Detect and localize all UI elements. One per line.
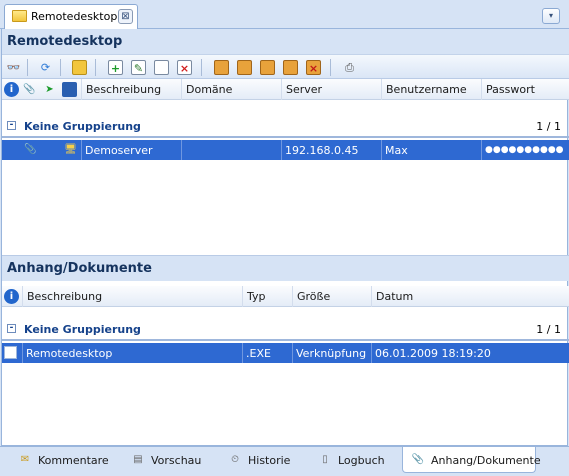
comment-icon: ✉ [20,454,30,465]
cursor-icon: ➤ [45,84,54,95]
page-title: Remotedesktop [2,29,569,54]
cell-typ: .EXE [242,343,292,363]
toolbar-separator [27,59,28,76]
tab-historie[interactable]: ⏲ Historie [228,447,308,473]
collapse-icon[interactable]: - [7,121,16,130]
tab-label: Vorschau [151,454,202,467]
clipboard-export-icon[interactable] [283,60,298,75]
paperclip-icon: 📎 [24,144,37,155]
attachments-title: Anhang/Dokumente [2,256,569,281]
tab-label: Historie [248,454,291,467]
tab-list-dropdown-button[interactable]: ▾ [542,8,560,24]
close-icon[interactable]: ⊠ [118,9,133,24]
attachments-grid-header: i Beschreibung Typ Größe Datum [2,286,569,307]
column-header-passwort[interactable]: Passwort [481,79,569,100]
history-icon: ⏲ [231,454,239,465]
folder-icon [12,10,27,22]
logbook-icon: ▯ [322,454,328,465]
new-entry-icon[interactable]: + [108,60,123,75]
group-row[interactable]: - Keine Gruppierung 1 / 1 [2,319,569,341]
column-header-domaene[interactable]: Domäne [181,79,281,100]
grid-header: i 📎 ➤ Beschreibung Domäne Server Benutze… [2,79,569,100]
column-header-server[interactable]: Server [281,79,381,100]
table-row[interactable]: 📎 🖥 Demoserver 192.168.0.45 Max ●●●●●●●●… [2,140,569,160]
tab-label: Anhang/Dokumente [431,454,541,467]
print-icon[interactable]: ⎙ [342,60,357,75]
tab-anhang-dokumente[interactable]: 📎 Anhang/Dokumente [402,447,541,473]
document-tab-strip: Remotedesktop ⊠ ▾ [0,0,569,29]
clipboard-paste-icon[interactable] [237,60,252,75]
group-row[interactable]: - Keine Gruppierung 1 / 1 [2,116,569,138]
toolbar-separator [95,59,96,76]
info-icon: i [4,289,19,304]
tab-label: Kommentare [38,454,109,467]
toolbar-separator [201,59,202,76]
group-count: 1 / 1 [536,120,561,133]
group-label: Keine Gruppierung [24,120,141,133]
file-icon [4,346,17,359]
remote-desktop-icon: 🖥 [64,144,77,155]
cell-domaene [181,140,281,160]
tab-vorschau[interactable]: ▤ Vorschau [131,447,211,473]
column-header-beschreibung[interactable]: Beschreibung [22,286,242,307]
bottom-tab-bar: ✉ Kommentare ▤ Vorschau ⏲ Historie ▯ Log… [0,446,569,476]
cell-groesse: Verknüpfung [292,343,371,363]
toolbar: 👓 ⟳ + ✎ × × ⎙ [2,54,569,79]
tab-kommentare[interactable]: ✉ Kommentare [18,447,118,473]
column-header-datum[interactable]: Datum [371,286,569,307]
collapse-icon[interactable]: - [7,324,16,333]
cell-server: 192.168.0.45 [281,140,381,160]
tab-logbuch[interactable]: ▯ Logbuch [318,447,398,473]
toolbar-separator [330,59,331,76]
cell-passwort: ●●●●●●●●●● [481,140,569,160]
clipboard-delete-icon[interactable]: × [306,60,321,75]
tab-remotedesktop[interactable]: Remotedesktop ⊠ [4,4,138,29]
view-icon[interactable]: 👓 [6,60,21,75]
tab-title: Remotedesktop [31,10,118,23]
paperclip-icon: 📎 [411,454,425,465]
cell-datum: 06.01.2009 18:19:20 [371,343,569,363]
lock-icon[interactable] [72,60,87,75]
group-count: 1 / 1 [536,323,561,336]
clipboard-icon[interactable] [214,60,229,75]
cell-beschreibung: Remotedesktop [22,343,242,363]
column-header-benutzername[interactable]: Benutzername [381,79,481,100]
refresh-icon[interactable]: ⟳ [38,60,53,75]
clipboard-info-icon[interactable] [260,60,275,75]
edit-icon[interactable]: ✎ [131,60,146,75]
tab-label: Logbuch [338,454,385,467]
cell-beschreibung: Demoserver [81,140,181,160]
column-header-beschreibung[interactable]: Beschreibung [81,79,181,100]
cell-benutzername: Max [381,140,481,160]
copy-icon[interactable] [154,60,169,75]
preview-icon: ▤ [133,454,143,465]
table-row[interactable]: Remotedesktop .EXE Verknüpfung 06.01.200… [2,343,569,363]
column-header-typ[interactable]: Typ [242,286,292,307]
main-panel: Remotedesktop 👓 ⟳ + ✎ × × ⎙ i 📎 ➤ Beschr… [1,29,569,446]
database-icon [62,82,77,97]
info-icon: i [4,82,19,97]
delete-icon[interactable]: × [177,60,192,75]
column-header-groesse[interactable]: Größe [292,286,371,307]
toolbar-separator [60,59,61,76]
paperclip-icon: 📎 [23,84,36,95]
group-label: Keine Gruppierung [24,323,141,336]
